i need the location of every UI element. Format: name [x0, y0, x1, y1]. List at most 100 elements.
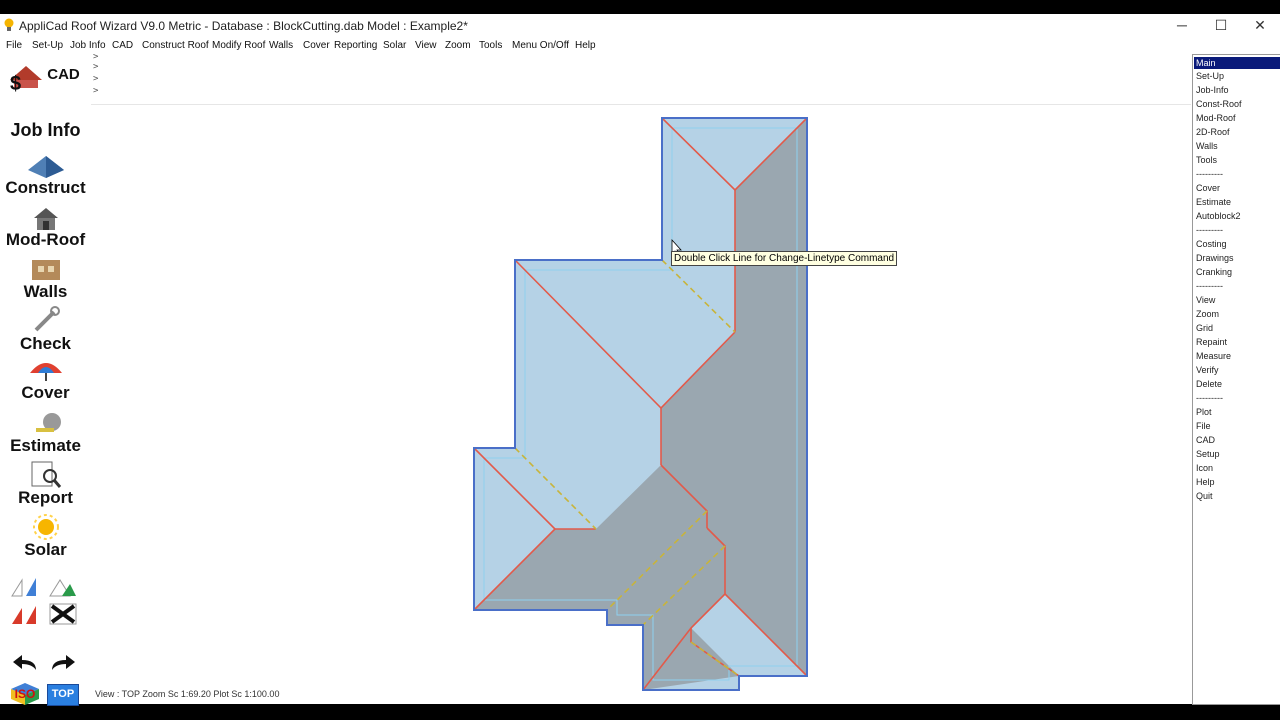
construct-button[interactable]: Construct [0, 154, 91, 198]
right-menu-item[interactable]: Verify [1196, 365, 1219, 375]
check-label: Check [19, 334, 72, 353]
right-menu-item[interactable]: Main [1194, 57, 1280, 69]
mod-roof-button[interactable]: Mod-Roof [0, 206, 91, 250]
job-info-label: Job Info [10, 120, 81, 140]
solar-label: Solar [24, 540, 67, 559]
right-menu-item[interactable]: Const-Roof [1196, 99, 1242, 109]
construct-label: Construct [5, 178, 86, 197]
command-line: > [93, 62, 99, 72]
estimate-label: Estimate [10, 436, 81, 455]
menu-walls[interactable]: Walls [269, 40, 293, 51]
walls-label: Walls [23, 282, 68, 301]
right-menu-item[interactable]: Setup [1196, 449, 1220, 459]
cover-button[interactable]: Cover [0, 359, 91, 403]
close-button[interactable]: ✕ [1240, 14, 1280, 37]
minimize-button[interactable]: ─ [1162, 14, 1202, 37]
right-menu-item[interactable]: Cover [1196, 183, 1220, 193]
menu-cover[interactable]: Cover [303, 40, 330, 51]
delete-cross-icon[interactable] [48, 602, 78, 626]
right-menu-item[interactable]: Delete [1196, 379, 1222, 389]
right-menu-item[interactable]: Autoblock2 [1196, 211, 1241, 221]
menu-separator: --------- [1196, 169, 1223, 179]
command-history: > > > > [91, 52, 1191, 105]
roof-plan[interactable] [473, 117, 808, 691]
menu-reporting[interactable]: Reporting [334, 40, 377, 51]
command-line: > [93, 86, 99, 96]
tooltip: Double Click Line for Change-Linetype Co… [671, 251, 898, 266]
bulb-icon [4, 18, 14, 31]
menu-view[interactable]: View [415, 40, 437, 51]
right-menu-item[interactable]: File [1196, 421, 1211, 431]
house-icon [34, 208, 58, 230]
menu-tools[interactable]: Tools [479, 40, 502, 51]
menu-modify-roof[interactable]: Modify Roof [212, 40, 265, 51]
status-bar: View : TOP Zoom Sc 1:69.20 Plot Sc 1:100… [95, 689, 280, 699]
iso-label: ISO [14, 687, 36, 701]
redo-icon[interactable] [48, 652, 78, 674]
left-toolbar: $ CAD Job Info Construct Mod-Roof Walls … [0, 54, 91, 706]
menu-cad[interactable]: CAD [112, 40, 133, 51]
umbrella-icon [30, 363, 62, 381]
right-menu-item[interactable]: Walls [1196, 141, 1218, 151]
sun-icon [33, 514, 59, 540]
check-button[interactable]: Check [0, 306, 91, 353]
command-line: > [93, 74, 99, 84]
roof-gable-icon[interactable] [48, 576, 78, 598]
maximize-button[interactable]: ☐ [1201, 14, 1241, 37]
right-menu-item[interactable]: Icon [1196, 463, 1213, 473]
report-label: Report [18, 488, 73, 507]
right-menu-item[interactable]: Grid [1196, 323, 1213, 333]
menu-bar: File Set-Up Job Info CAD Construct Roof … [0, 37, 1280, 54]
right-menu-item[interactable]: Tools [1196, 155, 1217, 165]
iso-view-button[interactable]: ISO [10, 682, 40, 706]
menu-help[interactable]: Help [575, 40, 596, 51]
right-menu-item[interactable]: Job-Info [1196, 85, 1229, 95]
right-menu-item[interactable]: Measure [1196, 351, 1231, 361]
right-menu-item[interactable]: Quit [1196, 491, 1213, 501]
roof-pitch-icon[interactable] [10, 576, 40, 598]
right-menu-item[interactable]: Zoom [1196, 309, 1219, 319]
title-bar: AppliCad Roof Wizard V9.0 Metric - Datab… [0, 14, 1280, 37]
drawing-canvas[interactable] [91, 106, 1191, 704]
menu-construct-roof[interactable]: Construct Roof [142, 40, 209, 51]
right-menu-item[interactable]: Estimate [1196, 197, 1231, 207]
right-menu-item[interactable]: Costing [1196, 239, 1227, 249]
right-menu-item[interactable]: Cranking [1196, 267, 1232, 277]
menu-solar[interactable]: Solar [383, 40, 406, 51]
estimate-button[interactable]: Estimate [0, 412, 91, 456]
window-title: AppliCad Roof Wizard V9.0 Metric - Datab… [19, 19, 468, 33]
top-label: TOP [51, 688, 75, 700]
solar-button[interactable]: Solar [0, 514, 91, 559]
right-menu-item[interactable]: Drawings [1196, 253, 1234, 263]
walls-button[interactable]: Walls [0, 256, 91, 302]
menu-separator: --------- [1196, 281, 1223, 291]
right-menu-item[interactable]: 2D-Roof [1196, 127, 1230, 137]
construct-roof-icon [28, 156, 64, 178]
wrench-icon [34, 306, 60, 332]
right-menu-item[interactable]: View [1196, 295, 1215, 305]
right-side-menu: Main Set-Up Job-Info Const-Roof Mod-Roof 2D-R… [1192, 54, 1280, 705]
right-menu-item[interactable]: Set-Up [1196, 71, 1224, 81]
red-wall-icon[interactable] [10, 604, 40, 626]
menu-menu-onoff[interactable]: Menu On/Off [512, 40, 569, 51]
measuring-tape-icon [36, 413, 61, 432]
menu-zoom[interactable]: Zoom [445, 40, 471, 51]
application-window: AppliCad Roof Wizard V9.0 Metric - Datab… [0, 14, 1280, 706]
report-button[interactable]: Report [0, 460, 91, 507]
walls-icon [32, 260, 60, 280]
cover-label: Cover [21, 383, 70, 402]
right-menu-item[interactable]: CAD [1196, 435, 1215, 445]
undo-icon[interactable] [10, 652, 40, 674]
report-magnifier-icon [31, 461, 62, 488]
cad-button[interactable]: $ CAD [0, 60, 91, 92]
job-info-button[interactable]: Job Info [0, 120, 91, 144]
menu-separator: --------- [1196, 393, 1223, 403]
menu-file[interactable]: File [6, 40, 22, 51]
menu-setup[interactable]: Set-Up [32, 40, 63, 51]
right-menu-item[interactable]: Repaint [1196, 337, 1227, 347]
top-view-button[interactable]: TOP [47, 684, 79, 706]
right-menu-item[interactable]: Help [1196, 477, 1215, 487]
menu-job-info[interactable]: Job Info [70, 40, 106, 51]
right-menu-item[interactable]: Mod-Roof [1196, 113, 1236, 123]
right-menu-item[interactable]: Plot [1196, 407, 1212, 417]
